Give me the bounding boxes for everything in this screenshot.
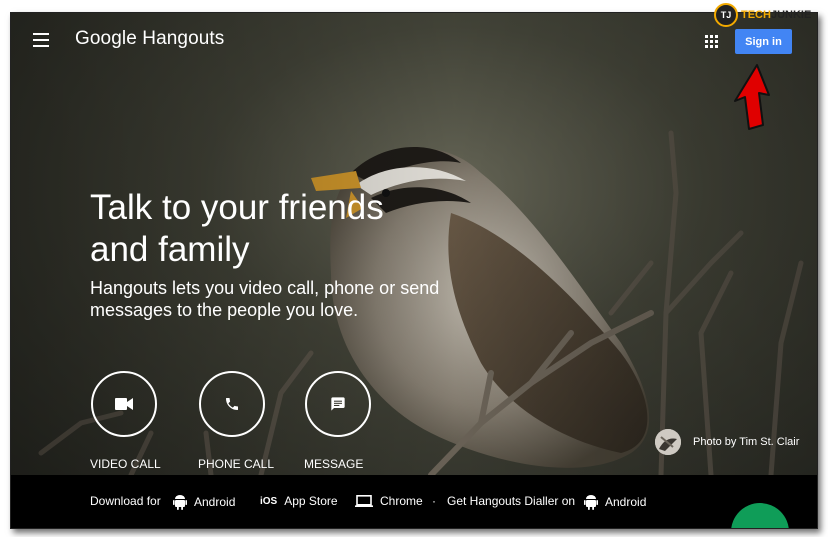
message-button[interactable]	[305, 371, 371, 437]
hero-subtext: Hangouts lets you video call, phone or s…	[90, 278, 440, 320]
phone-call-action[interactable]: PHONE CALL	[198, 371, 299, 471]
techjunkie-logo-icon: TJ	[714, 3, 738, 27]
apps-grid-icon[interactable]	[705, 35, 718, 48]
annotation-arrow-icon	[734, 64, 770, 130]
app-store-link[interactable]: iOS App Store	[260, 494, 338, 508]
android-icon	[584, 495, 598, 510]
android-download-link[interactable]: Android	[173, 494, 235, 510]
message-icon	[331, 397, 345, 411]
android-icon	[173, 495, 187, 510]
ios-icon: iOS	[260, 495, 278, 507]
footer-separator: ·	[432, 494, 436, 508]
sign-in-button[interactable]: Sign in	[735, 29, 792, 54]
chrome-link[interactable]: Chrome	[355, 494, 423, 508]
video-call-label[interactable]: VIDEO CALL	[90, 457, 161, 471]
hamburger-menu-icon[interactable]	[33, 33, 49, 47]
dialler-label: Get Hangouts Dialler on	[447, 494, 576, 508]
photo-credit-text[interactable]: Photo by Tim St. Clair	[693, 436, 799, 448]
browser-viewport: Google Hangouts Sign in Talk to your fri…	[10, 12, 818, 529]
download-for-label: Download for	[90, 494, 161, 508]
floating-action-button[interactable]	[731, 503, 789, 528]
phone-icon	[226, 398, 238, 410]
message-label[interactable]: MESSAGE	[304, 457, 363, 471]
android-dialler-link[interactable]: Android	[584, 494, 646, 510]
video-call-button[interactable]	[91, 371, 157, 437]
video-camera-icon	[115, 398, 133, 410]
techjunkie-watermark: TJ TECHJUNKIE	[714, 3, 811, 27]
video-call-action[interactable]: VIDEO CALL	[90, 371, 191, 471]
hero-section: Google Hangouts Sign in Talk to your fri…	[11, 13, 817, 475]
download-footer: Download for Android iOS App Store Chrom…	[11, 475, 817, 528]
top-bar: Google Hangouts Sign in	[11, 13, 817, 69]
brand-title[interactable]: Google Hangouts	[75, 28, 224, 50]
photographer-avatar	[655, 429, 681, 455]
phone-call-button[interactable]	[199, 371, 265, 437]
laptop-icon	[355, 495, 373, 507]
hero-headline: Talk to your friends and family	[90, 188, 384, 269]
photo-credit[interactable]: Photo by Tim St. Clair	[655, 429, 799, 455]
phone-call-label[interactable]: PHONE CALL	[198, 457, 274, 471]
message-action[interactable]: MESSAGE	[304, 371, 405, 471]
